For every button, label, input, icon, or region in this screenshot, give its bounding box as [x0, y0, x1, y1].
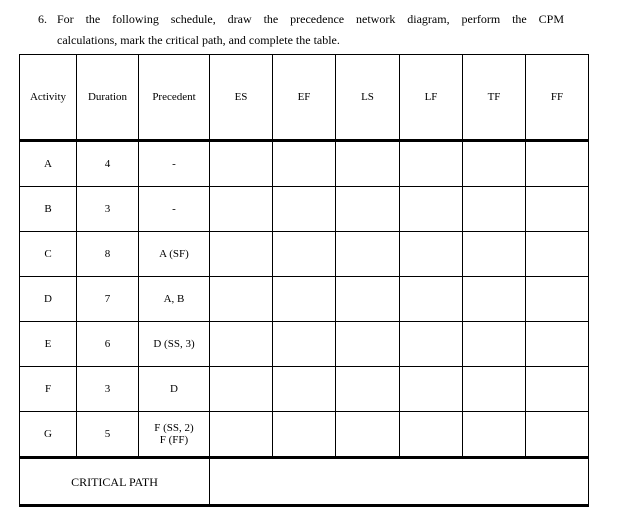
table-row: C8 A (SF) [19, 231, 589, 277]
precedent-text: A, B [163, 293, 185, 305]
es-answer-cell[interactable] [209, 366, 273, 412]
duration-cell: 5 [76, 411, 139, 458]
ls-answer-cell[interactable] [335, 186, 400, 232]
es-answer-cell[interactable] [209, 411, 273, 458]
precedent-cell: - [138, 186, 210, 232]
duration-cell: 6 [76, 321, 139, 367]
duration-cell: 3 [76, 186, 139, 232]
ls-answer-cell[interactable] [335, 140, 400, 187]
ef-answer-cell[interactable] [272, 276, 336, 322]
precedent-cell: A (SF) [138, 231, 210, 277]
ef-answer-cell[interactable] [272, 186, 336, 232]
activity-cell: C [19, 231, 77, 277]
ls-answer-cell[interactable] [335, 231, 400, 277]
tf-answer-cell[interactable] [462, 411, 526, 458]
header-tf: TF [462, 54, 526, 142]
header-duration: Duration [76, 54, 139, 142]
duration-cell: 3 [76, 366, 139, 412]
es-answer-cell[interactable] [209, 321, 273, 367]
header-es: ES [209, 54, 273, 142]
ls-answer-cell[interactable] [335, 321, 400, 367]
header-activity: Activity [19, 54, 77, 142]
question-line-2: calculations, mark the critical path, an… [57, 33, 340, 47]
precedent-text: F (SS, 2) [154, 422, 194, 434]
question-line-1: For the following schedule, draw the pre… [57, 12, 564, 26]
header-lf: LF [399, 54, 463, 142]
table-row: B3 - [19, 186, 589, 232]
ff-answer-cell[interactable] [525, 366, 589, 412]
precedent-cell: A, B [138, 276, 210, 322]
activity-cell: D [19, 276, 77, 322]
precedent-text: - [172, 203, 176, 215]
ff-answer-cell[interactable] [525, 276, 589, 322]
es-answer-cell[interactable] [209, 140, 273, 187]
cpm-table: Activity Duration Precedent ES EF LS LF … [19, 54, 589, 507]
tf-answer-cell[interactable] [462, 276, 526, 322]
header-ef: EF [272, 54, 336, 142]
ff-answer-cell[interactable] [525, 140, 589, 187]
ef-answer-cell[interactable] [272, 411, 336, 458]
ff-answer-cell[interactable] [525, 186, 589, 232]
lf-answer-cell[interactable] [399, 276, 463, 322]
precedent-text: D [170, 383, 178, 395]
activity-cell: F [19, 366, 77, 412]
ef-answer-cell[interactable] [272, 140, 336, 187]
tf-answer-cell[interactable] [462, 321, 526, 367]
table-row: G5F (SS, 2) F (FF) [19, 411, 589, 458]
duration-cell: 8 [76, 231, 139, 277]
lf-answer-cell[interactable] [399, 186, 463, 232]
tf-answer-cell[interactable] [462, 366, 526, 412]
lf-answer-cell[interactable] [399, 366, 463, 412]
question-number: 6. [38, 12, 47, 26]
ff-answer-cell[interactable] [525, 411, 589, 458]
precedent-text: - [172, 158, 176, 170]
es-answer-cell[interactable] [209, 231, 273, 277]
tf-answer-cell[interactable] [462, 140, 526, 187]
header-row: Activity Duration Precedent ES EF LS LF … [19, 54, 589, 142]
lf-answer-cell[interactable] [399, 140, 463, 187]
precedent-cell: D [138, 366, 210, 412]
table-row: D 7 A, B [19, 276, 589, 322]
ef-answer-cell[interactable] [272, 321, 336, 367]
ls-answer-cell[interactable] [335, 366, 400, 412]
precedent-text: D (SS, 3) [153, 338, 195, 350]
ef-answer-cell[interactable] [272, 231, 336, 277]
lf-answer-cell[interactable] [399, 411, 463, 458]
activity-cell: G [19, 411, 77, 458]
critical-path-answer-cell[interactable] [209, 456, 589, 507]
duration-cell: 7 [76, 276, 139, 322]
precedent-cell: - [138, 140, 210, 187]
activity-cell: B [19, 186, 77, 232]
table-row: F3 D [19, 366, 589, 412]
activity-cell: A [19, 140, 77, 187]
precedent-text: A (SF) [159, 248, 189, 260]
es-answer-cell[interactable] [209, 186, 273, 232]
header-ff: FF [525, 54, 589, 142]
lf-answer-cell[interactable] [399, 231, 463, 277]
activity-cell: E [19, 321, 77, 367]
ef-answer-cell[interactable] [272, 366, 336, 412]
precedent-cell: F (SS, 2) F (FF) [138, 411, 210, 458]
es-answer-cell[interactable] [209, 276, 273, 322]
header-precedent: Precedent [138, 54, 210, 142]
table-row: E6 D (SS, 3) [19, 321, 589, 367]
critical-path-row: CRITICAL PATH [19, 456, 589, 507]
tf-answer-cell[interactable] [462, 186, 526, 232]
duration-cell: 4 [76, 140, 139, 187]
ls-answer-cell[interactable] [335, 411, 400, 458]
ff-answer-cell[interactable] [525, 231, 589, 277]
ff-answer-cell[interactable] [525, 321, 589, 367]
ls-answer-cell[interactable] [335, 276, 400, 322]
tf-answer-cell[interactable] [462, 231, 526, 277]
critical-path-label: CRITICAL PATH [19, 456, 210, 507]
lf-answer-cell[interactable] [399, 321, 463, 367]
table-row: A4 - [19, 140, 589, 187]
precedent-cell: D (SS, 3) [138, 321, 210, 367]
header-ls: LS [335, 54, 400, 142]
precedent-text: F (FF) [159, 434, 189, 446]
